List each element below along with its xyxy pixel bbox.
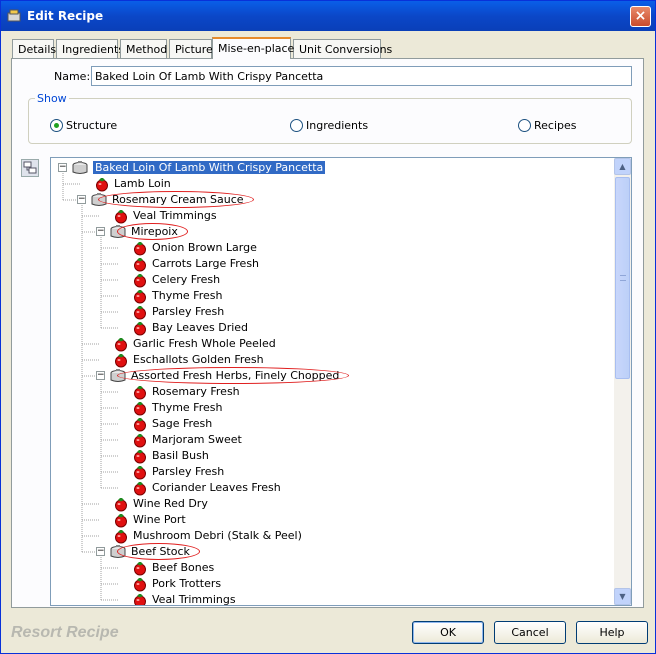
tree-ingredient-node[interactable]: Veal Trimmings [51,592,611,606]
radio-recipes-dot[interactable] [518,119,531,132]
tree-node-label: Onion Brown Large [152,241,257,254]
scroll-thumb-grip [620,275,626,281]
tree-collapse-toggle[interactable]: − [77,195,86,204]
tree-ingredient-node[interactable]: Beef Bones [51,560,611,576]
tree-node-label: Bay Leaves Dried [152,321,249,334]
tree-node-label: Celery Fresh [152,273,221,286]
tree-node-label: Basil Bush [152,449,209,462]
recipe-structure-tree[interactable]: − Baked Loin Of Lamb With Crispy Pancetta… [50,157,632,606]
tab-unit-conversions[interactable]: Unit Conversions [293,39,392,58]
tree-collapse-toggle[interactable]: − [96,371,105,380]
tree-node-label: Sage Fresh [152,417,213,430]
tree-node-label: Beef Bones [152,561,215,574]
name-label: Name: [54,70,91,83]
tree-vertical-scrollbar[interactable]: ▲ ▼ [614,158,631,605]
tree-node-label: Pork Trotters [152,577,222,590]
cancel-button[interactable]: Cancel [494,621,566,644]
tree-ingredient-node[interactable]: Pork Trotters [51,576,611,592]
radio-recipes-label: Recipes [534,119,577,132]
tree-ingredient-node[interactable]: Thyme Fresh [51,400,611,416]
close-button[interactable]: × [630,6,651,27]
recipe-app-icon [7,9,21,22]
window-title: Edit Recipe [27,9,104,23]
radio-structure-dot[interactable] [50,119,63,132]
scroll-down-button[interactable]: ▼ [614,588,631,605]
tree-ingredient-node[interactable]: Mushroom Debri (Stalk & Peel) [51,528,611,544]
scroll-up-button[interactable]: ▲ [614,158,631,175]
edit-recipe-window: Edit Recipe × Details Ingredients Method… [0,0,656,654]
tree-ingredient-node[interactable]: Parsley Fresh [51,464,611,480]
tree-node-label: Veal Trimmings [133,209,217,222]
tab-method[interactable]: Method [120,39,167,58]
tree-node-label: Wine Port [133,513,186,526]
tree-ingredient-node[interactable]: Basil Bush [51,448,611,464]
tree-node-label: Rosemary Cream Sauce [112,193,244,206]
tree-ingredient-node[interactable]: Carrots Large Fresh [51,256,611,272]
tree-recipe-node[interactable]: − Baked Loin Of Lamb With Crispy Pancetta [51,160,611,176]
tree-collapse-toggle[interactable]: − [58,163,67,172]
tree-node-label: Assorted Fresh Herbs, Finely Chopped [131,369,340,382]
tree-node-label: Lamb Loin [114,177,171,190]
tree-node-label: Veal Trimmings [152,593,236,606]
tree-ingredient-node[interactable]: Celery Fresh [51,272,611,288]
tree-ingredient-node[interactable]: Thyme Fresh [51,288,611,304]
title-bar[interactable]: Edit Recipe × [1,1,655,31]
tree-node-label: Garlic Fresh Whole Peeled [133,337,276,350]
tree-node-label: Wine Red Dry [133,497,208,510]
tree-ingredient-node[interactable]: Lamb Loin [51,176,611,192]
tree-node-label: Thyme Fresh [152,401,223,414]
tab-ingredients[interactable]: Ingredients [56,39,124,58]
radio-ingredients-dot[interactable] [290,119,303,132]
radio-ingredients-label: Ingredients [306,119,369,132]
tree-node-label: Mushroom Debri (Stalk & Peel) [133,529,302,542]
tree-node-label: Beef Stock [131,545,190,558]
tree-collapse-toggle[interactable]: − [96,227,105,236]
tree-ingredient-node[interactable]: Wine Red Dry [51,496,611,512]
tree-node-label: Rosemary Fresh [152,385,240,398]
tree-ingredient-node[interactable]: Veal Trimmings [51,208,611,224]
show-legend: Show [35,92,69,105]
tree-node-label: Mirepoix [131,225,178,238]
tree-ingredient-node[interactable]: Rosemary Fresh [51,384,611,400]
tab-mise-en-place[interactable]: Mise-en-place [212,37,294,59]
help-button[interactable]: Help [576,621,648,644]
tree-recipe-node[interactable]: − Beef Stock [51,544,611,560]
tree-ingredient-node[interactable]: Wine Port [51,512,611,528]
tree-ingredient-node[interactable]: Bay Leaves Dried [51,320,611,336]
tree-node-label: Carrots Large Fresh [152,257,260,270]
radio-structure-label: Structure [66,119,118,132]
tree-ingredient-node[interactable]: Onion Brown Large [51,240,611,256]
tree-ingredient-node[interactable]: Garlic Fresh Whole Peeled [51,336,611,352]
tree-ingredient-node[interactable]: Sage Fresh [51,416,611,432]
tree-ingredient-node[interactable]: Eschallots Golden Fresh [51,352,611,368]
tree-recipe-node[interactable]: − Assorted Fresh Herbs, Finely Chopped [51,368,611,384]
tree-ingredient-node[interactable]: Coriander Leaves Fresh [51,480,611,496]
tree-view-toggle-icon[interactable] [21,159,39,177]
scroll-thumb[interactable] [615,177,630,379]
resort-recipe-brand: Resort Recipe [11,624,119,641]
tree-node-label: Baked Loin Of Lamb With Crispy Pancetta [93,161,326,174]
tree-node-label: Parsley Fresh [152,465,225,478]
tree-recipe-node[interactable]: − Rosemary Cream Sauce [51,192,611,208]
recipe-name-input[interactable] [91,66,632,86]
tree-collapse-toggle[interactable]: − [96,547,105,556]
tree-node-label: Thyme Fresh [152,289,223,302]
tab-details[interactable]: Details [12,39,56,58]
tree-view-toggle-glyph [23,161,37,174]
tree-node-label: Eschallots Golden Fresh [133,353,264,366]
tab-picture[interactable]: Picture [169,39,213,58]
tree-node-label: Marjoram Sweet [152,433,242,446]
ok-button[interactable]: OK [412,621,484,644]
tree-node-label: Coriander Leaves Fresh [152,481,281,494]
tree-node-label: Parsley Fresh [152,305,225,318]
tree-recipe-node[interactable]: − Mirepoix [51,224,611,240]
tree-ingredient-node[interactable]: Marjoram Sweet [51,432,611,448]
tree-ingredient-node[interactable]: Parsley Fresh [51,304,611,320]
